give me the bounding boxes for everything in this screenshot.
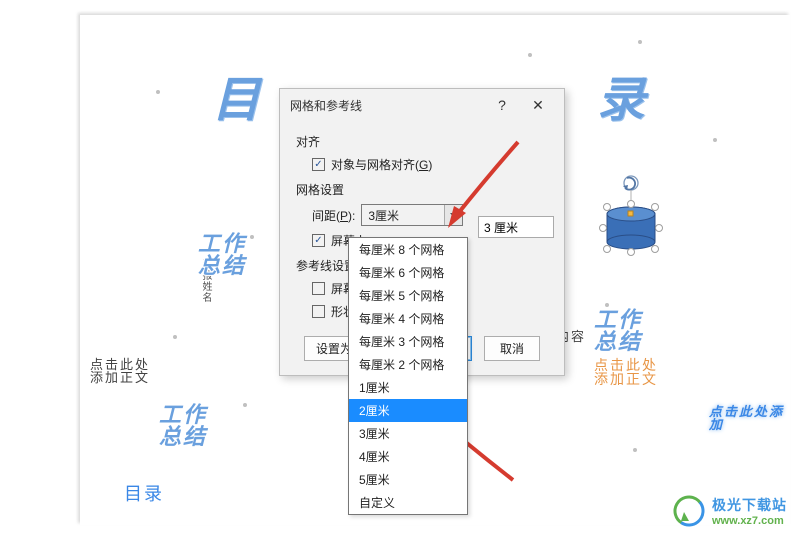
spacing-input-2[interactable]: 3 厘米 <box>478 216 554 238</box>
dropdown-option[interactable]: 每厘米 4 个网格 <box>349 307 467 330</box>
watermark-text-1: 极光下载站 <box>712 495 787 515</box>
spacing-value: 3厘米 <box>362 205 444 225</box>
dropdown-option[interactable]: 每厘米 8 个网格 <box>349 238 467 261</box>
dropdown-option[interactable]: 每厘米 6 个网格 <box>349 261 467 284</box>
close-button[interactable]: ✕ <box>520 95 556 115</box>
dropdown-option[interactable]: 每厘米 2 个网格 <box>349 353 467 376</box>
section-align: 对齐 <box>296 133 548 150</box>
click-here-1[interactable]: 点击此处 添加正文 <box>90 358 150 384</box>
screen-checkbox[interactable]: ✓ <box>312 234 325 247</box>
spacing-combo[interactable]: 3厘米 <box>361 204 463 226</box>
toc-label: 目录 <box>124 485 164 503</box>
dialog-title: 网格和参考线 <box>290 97 484 114</box>
dialog-titlebar[interactable]: 网格和参考线 ? ✕ <box>280 89 564 119</box>
summary-3a: 工作 <box>159 404 207 426</box>
summary-1b: 总结 <box>198 255 246 277</box>
section-grid: 网格设置 <box>296 181 548 198</box>
spacing-label: 间距(P): <box>312 207 355 224</box>
dropdown-option[interactable]: 5厘米 <box>349 468 467 491</box>
align-label: 对象与网格对齐(G) <box>331 156 432 173</box>
title-char-1: 目 <box>212 77 262 125</box>
dropdown-option[interactable]: 每厘米 5 个网格 <box>349 284 467 307</box>
align-checkbox[interactable]: ✓ <box>312 158 325 171</box>
title-char-2: 录 <box>597 77 647 125</box>
click-here-3[interactable]: 点击此处添加 <box>709 405 790 431</box>
summary-2b: 总结 <box>594 331 642 353</box>
dropdown-option[interactable]: 1厘米 <box>349 376 467 399</box>
cancel-button[interactable]: 取消 <box>484 336 540 361</box>
click-here-2[interactable]: 点击此处 添加正文 <box>594 358 658 386</box>
dropdown-option[interactable]: 自定义 <box>349 491 467 514</box>
summary-3b: 总结 <box>159 426 207 448</box>
summary-2a: 工作 <box>594 309 642 331</box>
help-button[interactable]: ? <box>484 95 520 115</box>
watermark: 极光下载站 www.xz7.com <box>672 494 787 528</box>
dropdown-option-selected[interactable]: 2厘米 <box>349 399 467 422</box>
shape-checkbox[interactable] <box>312 305 325 318</box>
chevron-down-icon[interactable] <box>444 205 462 225</box>
dropdown-option[interactable]: 每厘米 3 个网格 <box>349 330 467 353</box>
watermark-logo-icon <box>672 494 706 528</box>
selected-shape[interactable] <box>598 175 664 260</box>
dropdown-option[interactable]: 4厘米 <box>349 445 467 468</box>
dropdown-option[interactable]: 3厘米 <box>349 422 467 445</box>
screen2-checkbox[interactable] <box>312 282 325 295</box>
spacing-dropdown: 每厘米 8 个网格 每厘米 6 个网格 每厘米 5 个网格 每厘米 4 个网格 … <box>348 237 468 515</box>
watermark-text-2: www.xz7.com <box>712 515 787 527</box>
summary-1a: 工作 <box>198 233 246 255</box>
